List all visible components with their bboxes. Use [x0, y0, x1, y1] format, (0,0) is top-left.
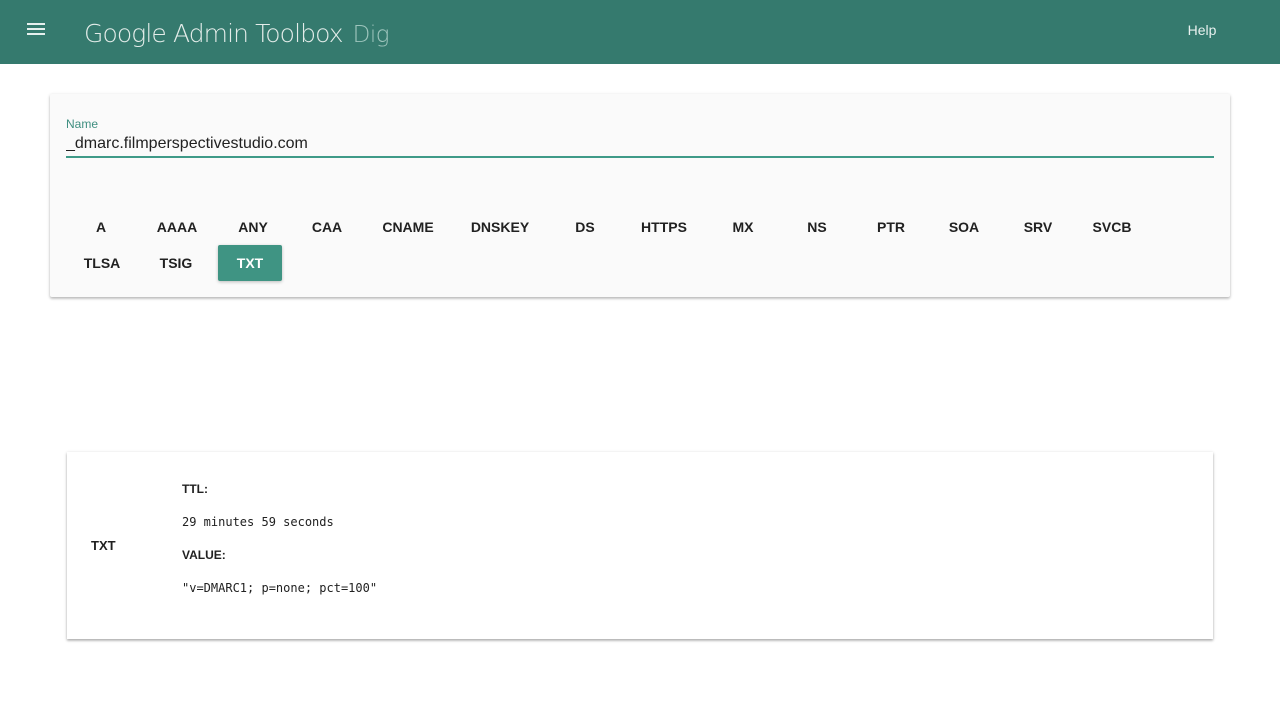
- type-button-soa[interactable]: SOA: [929, 209, 999, 245]
- type-button-srv[interactable]: SRV: [1003, 209, 1073, 245]
- menu-icon[interactable]: [24, 18, 48, 42]
- type-button-ptr[interactable]: PTR: [856, 209, 926, 245]
- app-title: Google Admin Toolbox: [84, 19, 344, 48]
- result-card: TXT TTL: 29 minutes 59 seconds VALUE: "v…: [67, 452, 1213, 639]
- type-button-svcb[interactable]: SVCB: [1077, 209, 1147, 245]
- app-bar: Google Admin Toolbox Dig Help: [0, 0, 1280, 64]
- type-button-txt[interactable]: TXT: [218, 245, 282, 281]
- type-button-tlsa[interactable]: TLSA: [67, 245, 137, 281]
- type-button-mx[interactable]: MX: [708, 209, 778, 245]
- ttl-value: 29 minutes 59 seconds: [182, 515, 334, 529]
- type-button-aaaa[interactable]: AAAA: [142, 209, 212, 245]
- app-brand[interactable]: Google Admin Toolbox Dig: [84, 19, 390, 55]
- record-type-buttons: A AAAA ANY CAA CNAME DNSKEY DS HTTPS MX …: [50, 94, 1230, 297]
- app-subtitle: Dig: [352, 22, 390, 48]
- type-button-caa[interactable]: CAA: [292, 209, 362, 245]
- type-button-tsig[interactable]: TSIG: [141, 245, 211, 281]
- type-button-ds[interactable]: DS: [550, 209, 620, 245]
- ttl-label: TTL:: [182, 482, 208, 496]
- type-button-cname[interactable]: CNAME: [368, 209, 448, 245]
- type-button-ns[interactable]: NS: [782, 209, 852, 245]
- value-value: "v=DMARC1; p=none; pct=100": [182, 581, 378, 595]
- type-button-a[interactable]: A: [66, 209, 136, 245]
- help-link[interactable]: Help: [1172, 22, 1232, 38]
- value-label: VALUE:: [182, 548, 226, 562]
- query-card: Name A AAAA ANY CAA CNAME DNSKEY DS HTTP…: [50, 94, 1230, 297]
- type-button-any[interactable]: ANY: [218, 209, 288, 245]
- result-record-type: TXT: [91, 538, 116, 553]
- type-button-dnskey[interactable]: DNSKEY: [458, 209, 542, 245]
- type-button-https[interactable]: HTTPS: [626, 209, 702, 245]
